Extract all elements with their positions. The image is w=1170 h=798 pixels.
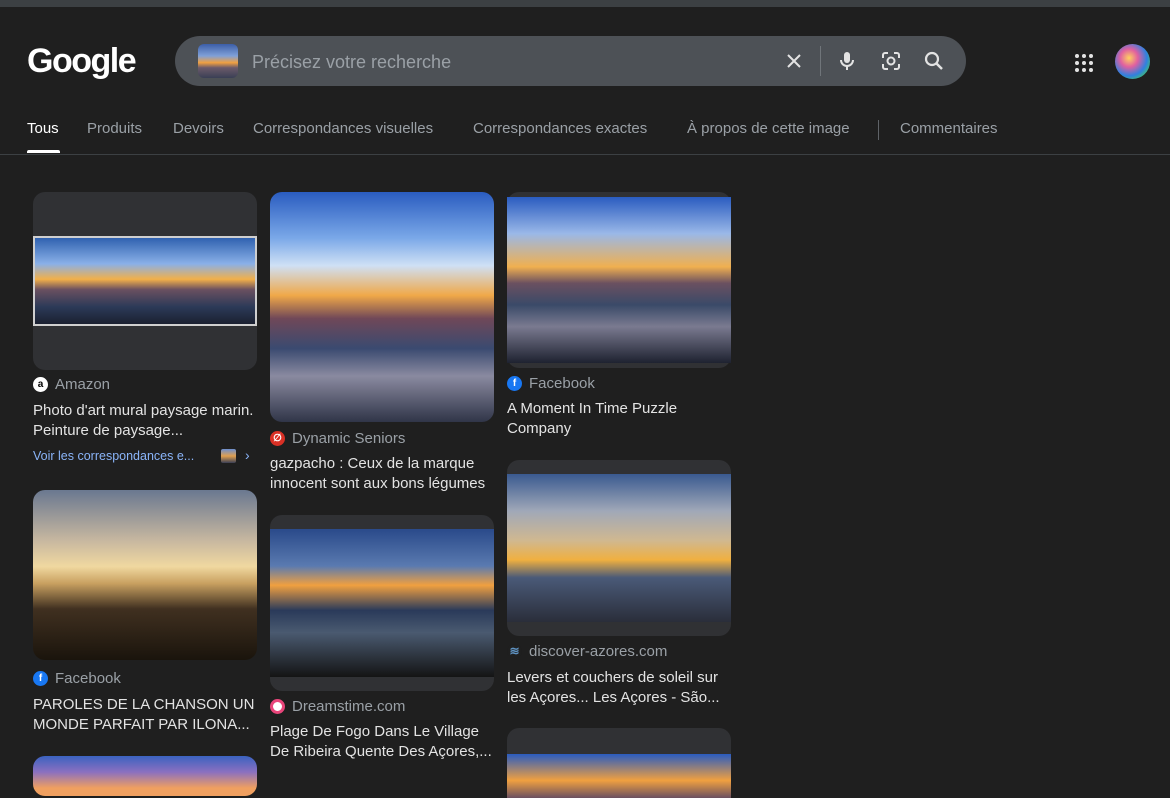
source-label: Facebook xyxy=(55,670,121,687)
tab-tous[interactable]: Tous xyxy=(27,120,59,137)
result-image[interactable] xyxy=(33,236,257,326)
result-title[interactable]: Photo d'art mural paysage marin. Peintur… xyxy=(33,401,257,441)
tab-devoirs[interactable]: Devoirs xyxy=(173,120,224,137)
result-card-dreamstime[interactable] xyxy=(270,515,494,691)
source-label: discover-azores.com xyxy=(529,643,668,660)
search-bar[interactable] xyxy=(175,36,966,88)
result-source[interactable]: f Facebook xyxy=(33,670,121,687)
mic-icon[interactable] xyxy=(835,49,859,73)
filter-tabs: Tous Produits Devoirs Correspondances vi… xyxy=(0,110,1170,155)
search-divider xyxy=(820,46,821,76)
result-source[interactable]: ∅ Dynamic Seniors xyxy=(270,430,405,447)
source-label: Dreamstime.com xyxy=(292,698,406,715)
result-title[interactable]: A Moment In Time Puzzle Company xyxy=(507,399,731,439)
browser-top-strip xyxy=(0,0,1170,7)
see-more-thumbnail[interactable] xyxy=(221,449,236,463)
result-image[interactable] xyxy=(270,192,494,422)
discover-azores-icon: ≋ xyxy=(507,644,522,659)
tab-correspondances-visuelles[interactable]: Correspondances visuelles xyxy=(253,120,433,137)
search-image-thumbnail[interactable] xyxy=(198,44,238,78)
source-label: Dynamic Seniors xyxy=(292,430,406,447)
result-image[interactable] xyxy=(507,474,731,622)
chevron-right-icon[interactable]: › xyxy=(245,447,250,463)
see-more-matches-link[interactable]: Voir les correspondances e... xyxy=(33,449,194,463)
search-icon[interactable] xyxy=(922,49,946,73)
result-source[interactable]: f Facebook xyxy=(507,375,595,392)
result-image[interactable] xyxy=(33,490,257,660)
facebook-icon: f xyxy=(507,376,522,391)
account-avatar[interactable] xyxy=(1115,44,1150,79)
tab-correspondances-exactes[interactable]: Correspondances exactes xyxy=(473,120,647,137)
result-card-facebook[interactable] xyxy=(507,192,731,368)
result-card-azores[interactable] xyxy=(507,460,731,636)
apps-grid-icon[interactable] xyxy=(1072,51,1096,75)
result-card-amazon[interactable] xyxy=(33,192,257,370)
tab-commentaires[interactable]: Commentaires xyxy=(900,120,998,137)
active-tab-indicator xyxy=(27,150,60,153)
source-label: Facebook xyxy=(529,375,595,392)
search-input[interactable] xyxy=(250,36,754,88)
result-title[interactable]: Levers et couchers de soleil sur les Aço… xyxy=(507,668,731,708)
result-source[interactable]: Dreamstime.com xyxy=(270,698,405,715)
dreamstime-icon xyxy=(270,699,285,714)
result-image[interactable] xyxy=(507,197,731,363)
result-source[interactable]: ≋ discover-azores.com xyxy=(507,643,667,660)
close-icon[interactable] xyxy=(782,49,806,73)
google-logo[interactable]: Google xyxy=(27,42,137,81)
source-label: Amazon xyxy=(55,376,111,393)
result-image[interactable] xyxy=(270,529,494,677)
tab-divider xyxy=(878,120,879,140)
result-title[interactable]: gazpacho : Ceux de la marque innocent so… xyxy=(270,454,494,494)
facebook-icon: f xyxy=(33,671,48,686)
dynamic-seniors-icon: ∅ xyxy=(270,431,285,446)
tab-a-propos[interactable]: À propos de cette image xyxy=(687,120,850,137)
result-title[interactable]: PAROLES DE LA CHANSON UN MONDE PARFAIT P… xyxy=(33,695,257,735)
result-title[interactable]: Plage De Fogo Dans Le Village De Ribeira… xyxy=(270,722,494,762)
lens-icon[interactable] xyxy=(879,49,903,73)
tab-produits[interactable]: Produits xyxy=(87,120,142,137)
result-source[interactable]: a Amazon xyxy=(33,376,110,393)
result-image[interactable] xyxy=(507,754,731,798)
result-image[interactable] xyxy=(33,756,257,796)
amazon-icon: a xyxy=(33,377,48,392)
